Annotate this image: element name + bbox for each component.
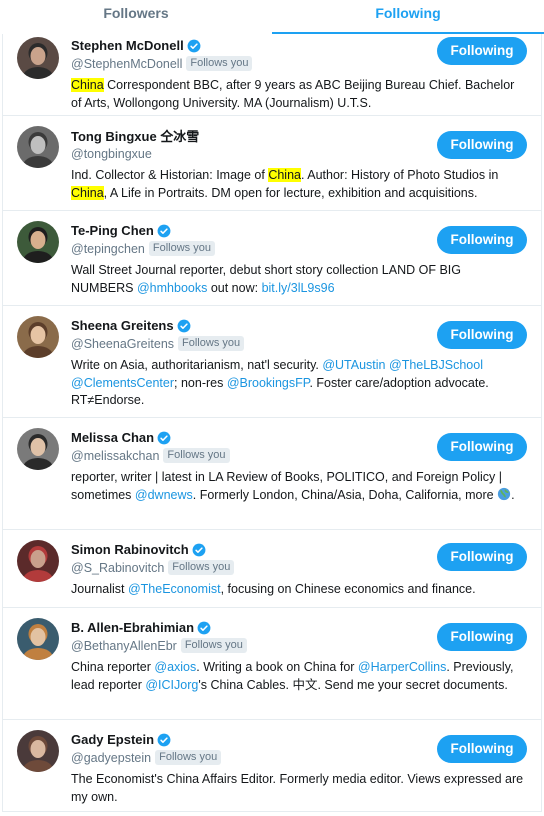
globe-icon bbox=[497, 487, 511, 500]
avatar[interactable] bbox=[17, 316, 59, 358]
following-button[interactable]: Following bbox=[437, 433, 527, 461]
user-handle[interactable]: @tongbingxue bbox=[71, 147, 152, 161]
highlighted-term: China bbox=[268, 168, 301, 182]
bio-text: . Author: History of Photo Studios in bbox=[300, 168, 499, 182]
tab-following[interactable]: Following bbox=[272, 0, 544, 34]
highlighted-term: China bbox=[71, 78, 104, 92]
avatar[interactable] bbox=[17, 618, 59, 660]
bio-link[interactable]: @HarperCollins bbox=[358, 660, 446, 674]
follows-you-badge: Follows you bbox=[178, 336, 245, 351]
verified-badge-icon bbox=[192, 543, 206, 556]
verified-badge-icon bbox=[197, 621, 211, 634]
user-handle[interactable]: @BethanyAllenEbr bbox=[71, 639, 177, 653]
verified-badge-icon bbox=[187, 39, 201, 52]
highlighted-term: China bbox=[71, 185, 104, 200]
avatar[interactable] bbox=[17, 730, 59, 772]
bio-text: . Writing a book on China for bbox=[196, 660, 358, 674]
verified-badge-icon bbox=[157, 224, 171, 237]
verified-badge-icon bbox=[157, 431, 171, 444]
bio-link[interactable]: @BrookingsFP bbox=[227, 376, 310, 390]
user-handle[interactable]: @gadyepstein bbox=[71, 751, 151, 765]
avatar[interactable] bbox=[17, 37, 59, 79]
follows-you-badge: Follows you bbox=[155, 750, 222, 765]
avatar[interactable] bbox=[17, 428, 59, 470]
avatar[interactable] bbox=[17, 126, 59, 168]
bio-text: Journalist bbox=[71, 582, 128, 596]
user-list: Stephen McDonell @StephenMcDonell Follows … bbox=[2, 34, 542, 812]
user-handle[interactable]: @StephenMcDonell bbox=[71, 57, 182, 71]
user-row[interactable]: Simon Rabinovitch @S_Rabinovitch Follows y… bbox=[3, 530, 541, 608]
bio-text: Ind. Collector & Historian: Image of bbox=[71, 168, 269, 182]
following-button[interactable]: Following bbox=[437, 623, 527, 651]
user-row[interactable]: Te-Ping Chen @tepingchen Follows you Wall S… bbox=[3, 211, 541, 306]
bio-text: , A Life in Portraits. DM open for lectu… bbox=[103, 185, 478, 200]
user-bio: China Correspondent BBC, after 9 years a… bbox=[71, 77, 525, 112]
display-name[interactable]: Tong Bingxue 仝冰雪 bbox=[71, 126, 199, 145]
bio-link[interactable]: @ClementsCenter bbox=[71, 376, 174, 390]
follows-you-badge: Follows you bbox=[180, 638, 247, 653]
bio-text: Correspondent BBC, after 9 years as ABC … bbox=[71, 78, 515, 110]
user-row[interactable]: Melissa Chan @melissakchan Follows you repo… bbox=[3, 418, 541, 530]
follows-you-badge: Follows you bbox=[186, 56, 253, 71]
display-name[interactable]: Sheena Greitens bbox=[71, 318, 174, 333]
tab-followers[interactable]: Followers bbox=[0, 0, 272, 34]
user-bio: The Economist's China Affairs Editor. Fo… bbox=[71, 771, 525, 806]
bio-link[interactable]: @ICIJorg bbox=[145, 678, 198, 692]
bio-link[interactable]: @TheEconomist bbox=[128, 582, 221, 596]
bio-link[interactable]: @UTAustin bbox=[322, 358, 385, 372]
user-row[interactable]: Gady Epstein @gadyepstein Follows you The E… bbox=[3, 720, 541, 812]
following-button[interactable]: Following bbox=[437, 321, 527, 349]
user-bio: Wall Street Journal reporter, debut shor… bbox=[71, 262, 525, 297]
user-row[interactable]: Sheena Greitens @SheenaGreitens Follows yo… bbox=[3, 306, 541, 418]
user-row[interactable]: Stephen McDonell @StephenMcDonell Follows … bbox=[3, 34, 541, 116]
user-bio: Ind. Collector & Historian: Image of Chi… bbox=[71, 167, 525, 202]
verified-badge-icon bbox=[177, 319, 191, 332]
user-row[interactable]: Tong Bingxue 仝冰雪 @tongbingxue Ind. Collect… bbox=[3, 116, 541, 211]
display-name[interactable]: B. Allen-Ebrahimian bbox=[71, 620, 194, 635]
display-name[interactable]: Simon Rabinovitch bbox=[71, 542, 189, 557]
following-button[interactable]: Following bbox=[437, 226, 527, 254]
bio-text: out now: bbox=[207, 280, 262, 295]
tab-bar: Followers Following bbox=[0, 0, 544, 34]
bio-link[interactable]: @axios bbox=[154, 660, 196, 674]
user-row[interactable]: B. Allen-Ebrahimian @BethanyAllenEbr Follo… bbox=[3, 608, 541, 720]
display-name[interactable]: Te-Ping Chen bbox=[71, 223, 154, 238]
bio-text: Write on Asia, authoritarianism, nat'l s… bbox=[71, 358, 323, 372]
follows-you-badge: Follows you bbox=[168, 560, 235, 575]
bio-text: ; non-res bbox=[174, 375, 227, 390]
bio-link[interactable]: @TheLBJSchool bbox=[389, 358, 483, 372]
user-handle[interactable]: @tepingchen bbox=[71, 242, 145, 256]
display-name[interactable]: Gady Epstein bbox=[71, 732, 154, 747]
follows-you-badge: Follows you bbox=[148, 241, 215, 256]
following-button[interactable]: Following bbox=[437, 131, 527, 159]
user-handle[interactable]: @SheenaGreitens bbox=[71, 337, 174, 351]
display-name[interactable]: Stephen McDonell bbox=[71, 38, 184, 53]
bio-text: , focusing on Chinese economics and fina… bbox=[220, 582, 476, 596]
bio-link[interactable]: bit.ly/3lL9s96 bbox=[262, 281, 335, 295]
user-handle[interactable]: @melissakchan bbox=[71, 449, 159, 463]
bio-text: China reporter bbox=[71, 660, 155, 674]
following-button[interactable]: Following bbox=[437, 37, 527, 65]
display-name[interactable]: Melissa Chan bbox=[71, 430, 154, 445]
avatar[interactable] bbox=[17, 221, 59, 263]
following-button[interactable]: Following bbox=[437, 735, 527, 763]
avatar[interactable] bbox=[17, 540, 59, 582]
bio-text: . bbox=[511, 487, 515, 502]
following-button[interactable]: Following bbox=[437, 543, 527, 571]
user-handle[interactable]: @S_Rabinovitch bbox=[71, 561, 164, 575]
verified-badge-icon bbox=[157, 733, 171, 746]
bio-text: . Formerly London, China/Asia, Doha, Cal… bbox=[192, 487, 498, 502]
bio-link[interactable]: @dwnews bbox=[135, 488, 193, 502]
user-bio: Journalist @TheEconomist, focusing on Ch… bbox=[71, 581, 525, 599]
bio-link[interactable]: @hmhbooks bbox=[137, 281, 207, 295]
follows-you-badge: Follows you bbox=[163, 448, 230, 463]
user-bio: Write on Asia, authoritarianism, nat'l s… bbox=[71, 357, 525, 410]
bio-text: The Economist's China Affairs Editor. Fo… bbox=[71, 772, 524, 804]
user-bio: reporter, writer | latest in LA Review o… bbox=[71, 469, 525, 504]
user-bio: China reporter @axios. Writing a book on… bbox=[71, 659, 525, 694]
bio-text: 's China Cables. 中文. Send me your secret… bbox=[198, 677, 508, 692]
